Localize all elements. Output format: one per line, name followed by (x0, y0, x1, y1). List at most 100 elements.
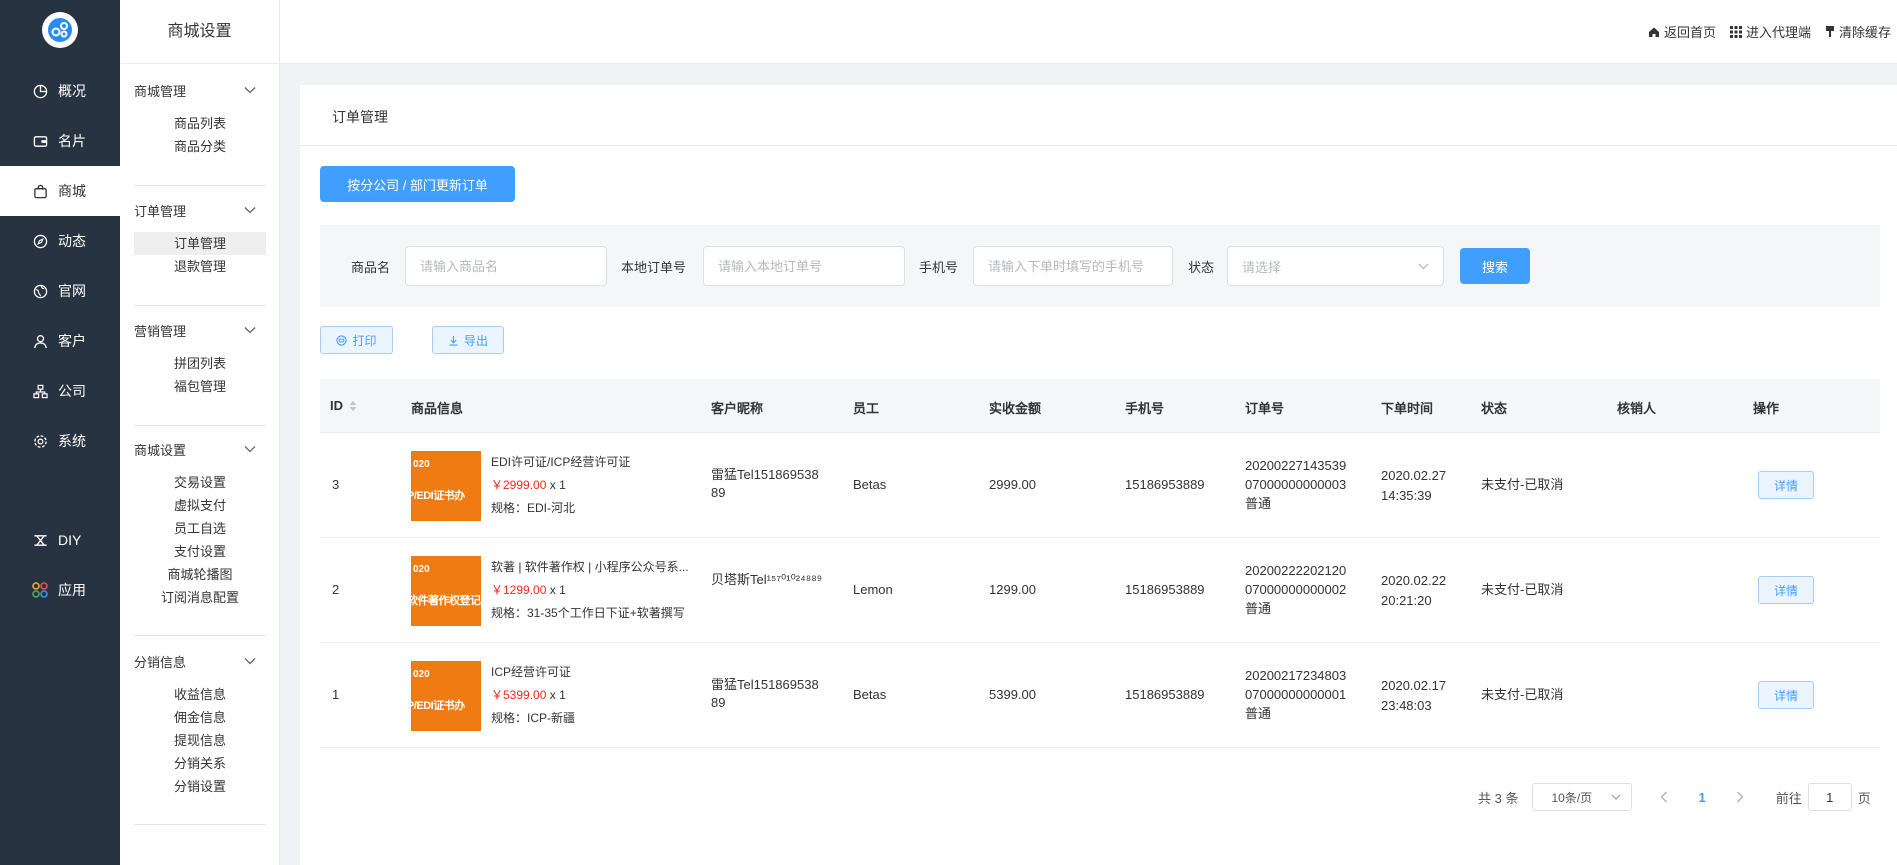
org-chart-icon (32, 383, 48, 399)
sidebar-item-payment-settings[interactable]: 支付设置 (134, 540, 266, 563)
sidebar-item-refund-management[interactable]: 退款管理 (134, 255, 266, 278)
phone-input[interactable] (973, 246, 1173, 286)
cell-amount: 1299.00 (989, 582, 1036, 597)
sidebar-group-header[interactable]: 营销管理 (120, 315, 280, 345)
detail-button[interactable]: 详情 (1758, 681, 1814, 709)
secondary-sidebar: 商城设置 商城管理 商品列表 商品分类 订单管理 订单管理 退款管理 营销管理 (120, 0, 280, 865)
nav-item-overview[interactable]: 概况 (0, 66, 120, 116)
agent-link[interactable]: 进入代理端 (1729, 22, 1811, 41)
sidebar-item-distribution-relation[interactable]: 分销关系 (134, 752, 266, 775)
status-select-placeholder: 请选择 (1242, 259, 1282, 275)
order-no-line-1: 20200222202120 (1245, 563, 1347, 578)
order-no-input[interactable] (703, 246, 905, 286)
user-icon (32, 333, 48, 349)
prev-page-icon[interactable] (1660, 791, 1668, 803)
nav-item-diy[interactable]: DIY (0, 515, 120, 565)
sidebar-item-income-info[interactable]: 收益信息 (134, 683, 266, 706)
nav-item-mall[interactable]: 商城 (0, 166, 120, 216)
gear-icon (32, 433, 48, 449)
print-button[interactable]: 打印 (320, 326, 393, 354)
nav-item-system[interactable]: 系统 (0, 416, 120, 466)
sidebar-item-group-buy-list[interactable]: 拼团列表 (134, 352, 266, 375)
chevron-down-icon (1418, 263, 1429, 269)
cell-amount: 5399.00 (989, 687, 1036, 702)
sidebar-group-header[interactable]: 商城设置 (120, 434, 280, 464)
compass-icon (32, 233, 48, 249)
page-size-select[interactable]: 10条/页 (1532, 783, 1633, 811)
nav-item-website[interactable]: 官网 (0, 266, 120, 316)
sidebar-item-staff-choice[interactable]: 员工自选 (134, 517, 266, 540)
sidebar-item-commission-info[interactable]: 佣金信息 (134, 706, 266, 729)
sidebar-group-title: 营销管理 (134, 323, 187, 339)
sidebar-group-header[interactable]: 订单管理 (120, 195, 280, 225)
sidebar-item-trade-settings[interactable]: 交易设置 (134, 471, 266, 494)
th-customer: 客户昵称 (711, 401, 764, 416)
detail-button[interactable]: 详情 (1758, 576, 1814, 604)
nav-item-card[interactable]: 名片 (0, 116, 120, 166)
customer-line-2: 89 (711, 695, 726, 710)
product-name-label: 商品名 (351, 260, 391, 275)
detail-button[interactable]: 详情 (1758, 471, 1814, 499)
sidebar-item-distribution-settings[interactable]: 分销设置 (134, 775, 266, 798)
th-product: 商品信息 (411, 401, 464, 416)
page-number-current[interactable]: 1 (1698, 790, 1705, 805)
chevron-down-icon (244, 327, 256, 334)
product-thumbnail[interactable]: 020 软件著作权登记 (411, 556, 481, 626)
sidebar-group-order-management: 订单管理 订单管理 退款管理 (120, 195, 280, 278)
status-select[interactable]: 请选择 (1227, 246, 1444, 286)
sidebar-item-order-management[interactable]: 订单管理 (134, 232, 266, 255)
sidebar-group-header[interactable]: 分销信息 (120, 646, 280, 676)
nav-item-label: 系统 (58, 433, 86, 449)
table-row: 1 020 P/EDI证书办 ICP经营许可证 ￥5399.00 x 1 规格：… (320, 643, 1880, 748)
next-page-icon[interactable] (1736, 791, 1744, 803)
product-thumbnail[interactable]: 020 P/EDI证书办 (411, 451, 481, 521)
cell-customer: 雷猛Tel151869538 89 (711, 466, 819, 502)
sidebar-item-virtual-pay[interactable]: 虚拟支付 (134, 494, 266, 517)
cell-status: 未支付-已取消 (1481, 582, 1564, 597)
sidebar-group-mall-management: 商城管理 商品列表 商品分类 (120, 75, 280, 158)
sidebar-item-product-category[interactable]: 商品分类 (134, 135, 266, 158)
nav-item-moments[interactable]: 动态 (0, 216, 120, 266)
export-button[interactable]: 导出 (432, 326, 504, 354)
sidebar-item-lucky-bag[interactable]: 福包管理 (134, 375, 266, 398)
sidebar-item-withdraw-info[interactable]: 提现信息 (134, 729, 266, 752)
search-button[interactable]: 搜索 (1460, 248, 1530, 284)
customer-line-1: 雷猛Tel151869538 (711, 467, 819, 482)
sidebar-group-header[interactable]: 商城管理 (120, 75, 280, 105)
main-nav: 概况 名片 商城 动态 官网 客户 公司 系统 DIY 应用 (0, 0, 120, 865)
home-link[interactable]: 返回首页 (1648, 22, 1716, 41)
sidebar-item-subscription-config[interactable]: 订阅消息配置 (134, 586, 266, 609)
divider (134, 425, 266, 426)
cell-order-no: 20200217234803 07000000000001 普通 (1245, 666, 1346, 723)
logo[interactable] (42, 12, 78, 48)
product-thumbnail[interactable]: 020 P/EDI证书办 (411, 661, 481, 731)
nav-item-customer[interactable]: 客户 (0, 316, 120, 366)
th-phone: 手机号 (1125, 401, 1165, 416)
sidebar-group-title: 商城管理 (134, 83, 187, 99)
cell-staff: Betas (853, 687, 887, 702)
main-card: 订单管理 按分公司 / 部门更新订单 商品名 本地订单号 手机号 状态 请选择 … (300, 85, 1897, 865)
cell-status: 未支付-已取消 (1481, 687, 1564, 702)
update-orders-button[interactable]: 按分公司 / 部门更新订单 (320, 166, 515, 202)
goto-page-input[interactable] (1807, 783, 1852, 811)
clear-cache-link[interactable]: 清除缓存 (1825, 22, 1891, 41)
print-label: 打印 (352, 333, 377, 348)
order-no-line-2: 07000000000003 (1245, 477, 1347, 492)
phone-label: 手机号 (919, 260, 959, 275)
nav-item-apps[interactable]: 应用 (0, 565, 120, 615)
chevron-down-icon (244, 658, 256, 665)
nav-item-label: 名片 (58, 133, 86, 149)
page-size-value: 10条/页 (1551, 790, 1593, 805)
sidebar-item-product-list[interactable]: 商品列表 (134, 112, 266, 135)
sidebar-group-mall-settings: 商城设置 交易设置 虚拟支付 员工自选 支付设置 商城轮播图 订阅消息配置 (120, 434, 280, 609)
sort-icon[interactable] (349, 400, 357, 412)
order-no-line-1: 20200227143539 (1245, 458, 1347, 473)
sidebar-group-title: 商城设置 (134, 442, 187, 458)
product-name-input[interactable] (405, 246, 607, 286)
pagination-total: 共 3 条 (1478, 790, 1519, 806)
cell-time: 2020.02.17 23:48:03 (1381, 676, 1446, 716)
th-status: 状态 (1481, 401, 1508, 416)
sidebar-item-carousel[interactable]: 商城轮播图 (134, 563, 266, 586)
nav-item-company[interactable]: 公司 (0, 366, 120, 416)
th-id[interactable]: ID (330, 398, 357, 413)
